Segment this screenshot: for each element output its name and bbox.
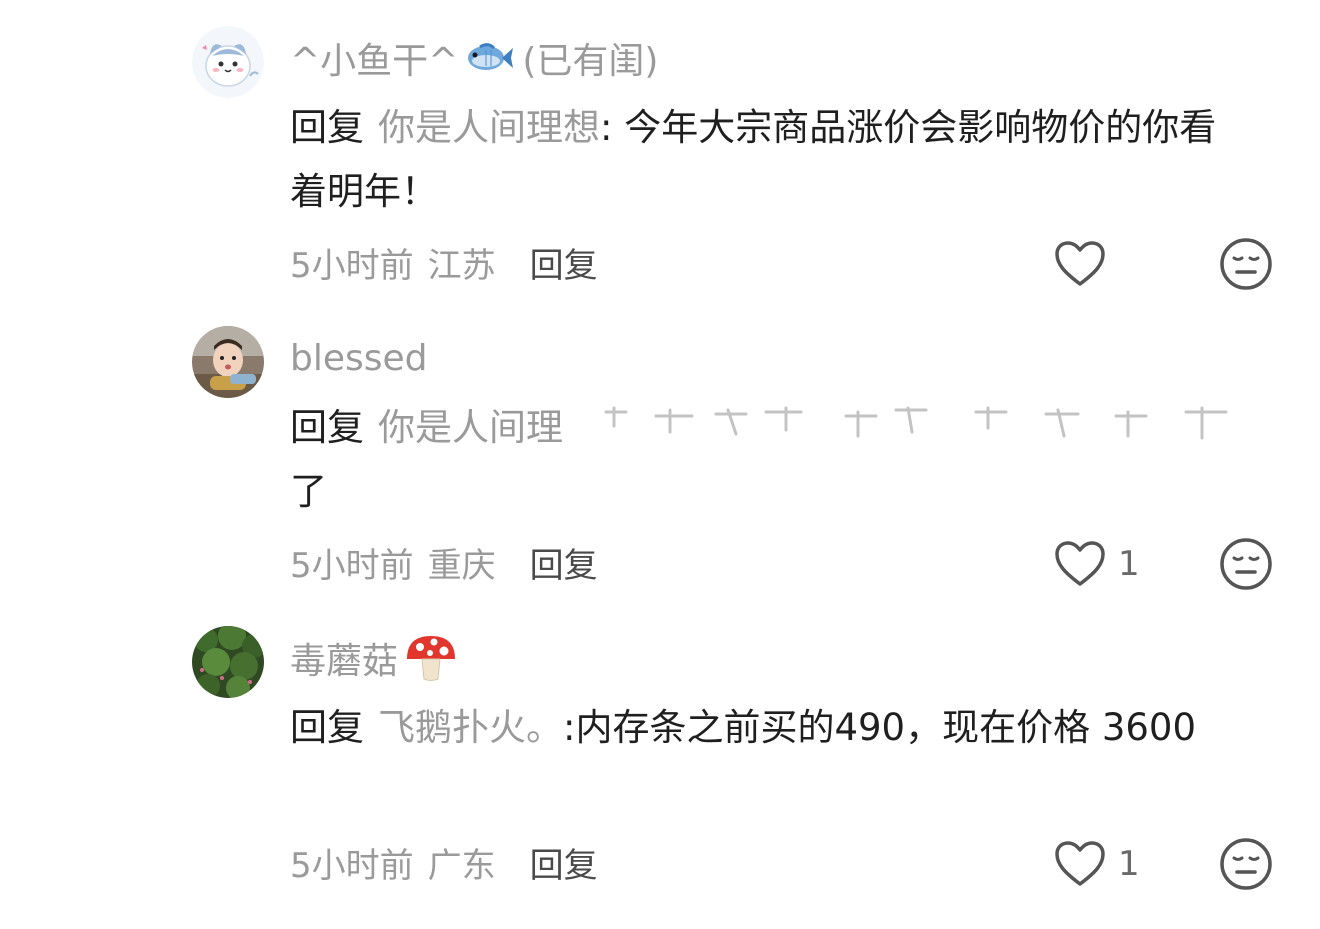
avatar[interactable] (192, 626, 264, 698)
reply-button[interactable]: 回复 (530, 838, 598, 887)
like-count: 1 (1118, 544, 1140, 584)
username-text: ^小鱼干^ (290, 41, 459, 82)
heart-icon (1055, 541, 1105, 586)
like-button[interactable] (1054, 236, 1118, 292)
heart-icon (1055, 841, 1105, 886)
like-button[interactable]: 1 (1054, 836, 1140, 892)
reply-colon: : (600, 106, 613, 149)
cartoon-cat-avatar-icon (192, 26, 264, 98)
dislike-button[interactable] (1218, 236, 1274, 292)
avatar[interactable] (192, 326, 264, 398)
comment-meta: 5小时前 重庆 回复 (290, 536, 598, 588)
comment-time: 5小时前 (290, 245, 414, 286)
green-plants-avatar-icon (192, 626, 264, 698)
fish-icon (464, 40, 514, 76)
comment-text[interactable]: 回复 你是人间理想: 今年大宗商品涨价会影响物价的你看着明年！ (290, 96, 1250, 224)
reply-colon: : (563, 706, 576, 749)
meh-face-icon (1220, 838, 1272, 890)
comment-time: 5小时前 (290, 845, 414, 886)
avatar[interactable] (192, 26, 264, 98)
reply-target-user[interactable]: 你是人间理想 (378, 106, 600, 149)
dislike-button[interactable] (1218, 836, 1274, 892)
like-count: 1 (1118, 844, 1140, 884)
comment-meta: 5小时前 广东 回复 (290, 836, 598, 888)
heart-icon (1055, 241, 1105, 286)
reply-prefix: 回复 (290, 406, 364, 449)
reply-prefix: 回复 (290, 706, 364, 749)
meh-face-icon (1220, 538, 1272, 590)
username-text: blessed (290, 337, 428, 379)
comment-location: 重庆 (427, 545, 496, 586)
comment-time: 5小时前 (290, 545, 414, 586)
comment-meta: 5小时前 江苏 回复 (290, 236, 598, 288)
blurred-text-region (604, 406, 1228, 440)
reply-button[interactable]: 回复 (530, 238, 598, 287)
dislike-button[interactable] (1218, 536, 1274, 592)
child-photo-avatar-icon (192, 326, 264, 398)
username[interactable]: 毒蘑菇 (290, 634, 458, 682)
reply-target-user[interactable]: 飞鹅扑火。 (378, 706, 563, 749)
comment-thread: ^小鱼干^ (已有闺) 回复 你是人间理想: 今年大宗商品涨价会影响物价的你看着明… (0, 0, 1320, 929)
reply-text: 了 (290, 470, 327, 513)
reply-target-user[interactable]: 你是人间理 (378, 406, 563, 449)
meh-face-icon (1220, 238, 1272, 290)
comment-location: 广东 (427, 845, 496, 886)
comment-text[interactable]: 回复 飞鹅扑火。:内存条之前买的490，现在价格 3600 (290, 696, 1250, 760)
username[interactable]: ^小鱼干^ (已有闺) (290, 34, 658, 82)
username-suffix: (已有闺) (522, 41, 659, 82)
comment-location: 江苏 (427, 245, 496, 286)
reply-button[interactable]: 回复 (530, 538, 598, 587)
reply-text: 内存条之前买的490，现在价格 3600 (575, 706, 1197, 749)
like-button[interactable]: 1 (1054, 536, 1140, 592)
mushroom-icon (404, 633, 458, 683)
reply-prefix: 回复 (290, 106, 364, 149)
username-text: 毒蘑菇 (290, 641, 399, 682)
username[interactable]: blessed (290, 334, 428, 382)
